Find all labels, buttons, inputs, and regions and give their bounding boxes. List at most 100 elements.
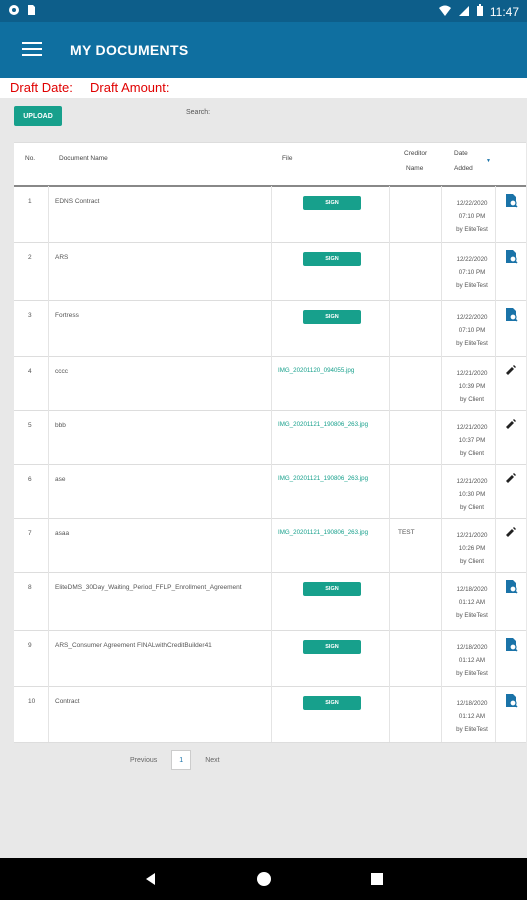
- date-line: 10:37 PM: [458, 437, 486, 444]
- doc-icon[interactable]: [504, 249, 520, 265]
- sort-desc-icon[interactable]: ▼: [486, 158, 491, 164]
- doc-icon[interactable]: [504, 307, 520, 323]
- recents-icon[interactable]: [369, 871, 385, 887]
- doc-icon[interactable]: [504, 637, 520, 653]
- column-divider: [48, 300, 49, 356]
- menu-icon[interactable]: [22, 42, 42, 56]
- column-divider: [389, 410, 390, 464]
- upload-button[interactable]: UPLOAD: [14, 106, 62, 126]
- column-divider: [441, 186, 442, 242]
- column-divider: [441, 300, 442, 356]
- doc-icon[interactable]: [504, 693, 520, 709]
- column-divider: [389, 242, 390, 300]
- file-link[interactable]: IMG_20201121_190806_263.jpg: [278, 475, 368, 482]
- doc-icon[interactable]: [504, 579, 520, 595]
- previous-button[interactable]: Previous: [130, 757, 157, 764]
- document-name: asaa: [55, 530, 70, 537]
- column-divider: [389, 630, 390, 686]
- column-divider: [441, 630, 442, 686]
- table-header: No. Document Name File Creditor Name Dat…: [14, 143, 526, 187]
- date-line: 12/22/2020: [456, 314, 488, 321]
- next-button[interactable]: Next: [205, 757, 219, 764]
- battery-icon: [476, 4, 484, 20]
- date-line: 01:12 AM: [458, 713, 486, 720]
- header-date[interactable]: Date: [454, 150, 468, 157]
- column-divider: [441, 242, 442, 300]
- column-divider: [441, 518, 442, 572]
- column-divider: [48, 356, 49, 410]
- column-divider: [441, 572, 442, 630]
- table-row: 5 bbb IMG_20201121_190806_263.jpg 12/21/202…: [14, 410, 526, 465]
- back-icon[interactable]: [143, 871, 159, 887]
- file-link[interactable]: IMG_20201121_190806_263.jpg: [278, 529, 368, 536]
- app-bar: MY DOCUMENTS: [0, 22, 527, 78]
- column-divider: [48, 518, 49, 572]
- date-line: 12/18/2020: [456, 644, 488, 651]
- file-link[interactable]: IMG_20201120_094055.jpg: [278, 367, 354, 374]
- row-number: 2: [28, 254, 32, 261]
- sign-button[interactable]: SIGN: [303, 696, 361, 710]
- header-creditor[interactable]: Creditor: [404, 150, 427, 157]
- row-number: 4: [28, 368, 32, 375]
- column-divider: [389, 686, 390, 742]
- date-line: by EliteTest: [456, 226, 488, 233]
- column-divider: [48, 686, 49, 742]
- page-1-button[interactable]: 1: [171, 750, 192, 770]
- column-divider: [271, 686, 272, 742]
- doc-icon[interactable]: [504, 193, 520, 209]
- pencil-icon[interactable]: [504, 363, 520, 379]
- sign-button[interactable]: SIGN: [303, 310, 361, 324]
- circle-icon: [8, 4, 20, 19]
- pencil-icon[interactable]: [504, 525, 520, 541]
- date-line: by Client: [459, 396, 485, 403]
- column-divider: [48, 242, 49, 300]
- column-divider: [271, 518, 272, 572]
- date-line: 01:12 AM: [458, 657, 486, 664]
- column-divider: [48, 572, 49, 630]
- column-divider: [271, 572, 272, 630]
- document-name: cccc: [55, 368, 68, 375]
- row-number: 1: [28, 198, 32, 205]
- home-icon[interactable]: [256, 871, 272, 887]
- sign-button[interactable]: SIGN: [303, 196, 361, 210]
- date-line: by Client: [459, 450, 485, 457]
- date-line: 12/18/2020: [456, 586, 488, 593]
- column-divider: [271, 630, 272, 686]
- date-line: 12/22/2020: [456, 256, 488, 263]
- pencil-icon[interactable]: [504, 417, 520, 433]
- table-row: 4 cccc IMG_20201120_094055.jpg 12/21/2020 10…: [14, 356, 526, 411]
- column-divider: [271, 410, 272, 464]
- row-number: 7: [28, 530, 32, 537]
- date-added: 12/22/2020 07:10 PM by EliteTest: [447, 253, 497, 292]
- date-line: 12/21/2020: [456, 532, 488, 539]
- table-row: 9 ARS_Consumer Agreement FINALwithCreditB…: [14, 630, 526, 687]
- file-link[interactable]: IMG_20201121_190806_263.jpg: [278, 421, 368, 428]
- column-divider: [441, 410, 442, 464]
- column-divider: [441, 356, 442, 410]
- main-content: UPLOAD Search: No. Document Name File Cr…: [0, 98, 527, 858]
- column-divider: [441, 464, 442, 518]
- status-time: 11:47: [489, 5, 519, 19]
- date-added: 12/18/2020 01:12 AM by EliteTest: [447, 641, 497, 680]
- date-added: 12/21/2020 10:26 PM by Client: [447, 529, 497, 568]
- date-added: 12/21/2020 10:39 PM by Client: [447, 367, 497, 406]
- date-added: 12/22/2020 07:10 PM by EliteTest: [447, 311, 497, 350]
- column-divider: [271, 242, 272, 300]
- sign-button[interactable]: SIGN: [303, 582, 361, 596]
- row-number: 5: [28, 422, 32, 429]
- row-number: 10: [28, 698, 36, 705]
- date-line: 12/18/2020: [456, 700, 488, 707]
- column-divider: [48, 186, 49, 242]
- table-row: 7 asaa IMG_20201121_190806_263.jpg TEST 12/2…: [14, 518, 526, 573]
- date-line: by EliteTest: [456, 340, 488, 347]
- header-file[interactable]: File: [282, 155, 292, 162]
- column-divider: [389, 300, 390, 356]
- header-document-name[interactable]: Document Name: [59, 155, 108, 162]
- sign-button[interactable]: SIGN: [303, 640, 361, 654]
- pencil-icon[interactable]: [504, 471, 520, 487]
- status-right: 11:47: [438, 4, 519, 20]
- sign-button[interactable]: SIGN: [303, 252, 361, 266]
- row-number: 9: [28, 642, 32, 649]
- date-added: 12/22/2020 07:10 PM by EliteTest: [447, 197, 497, 236]
- date-line: 12/21/2020: [456, 478, 488, 485]
